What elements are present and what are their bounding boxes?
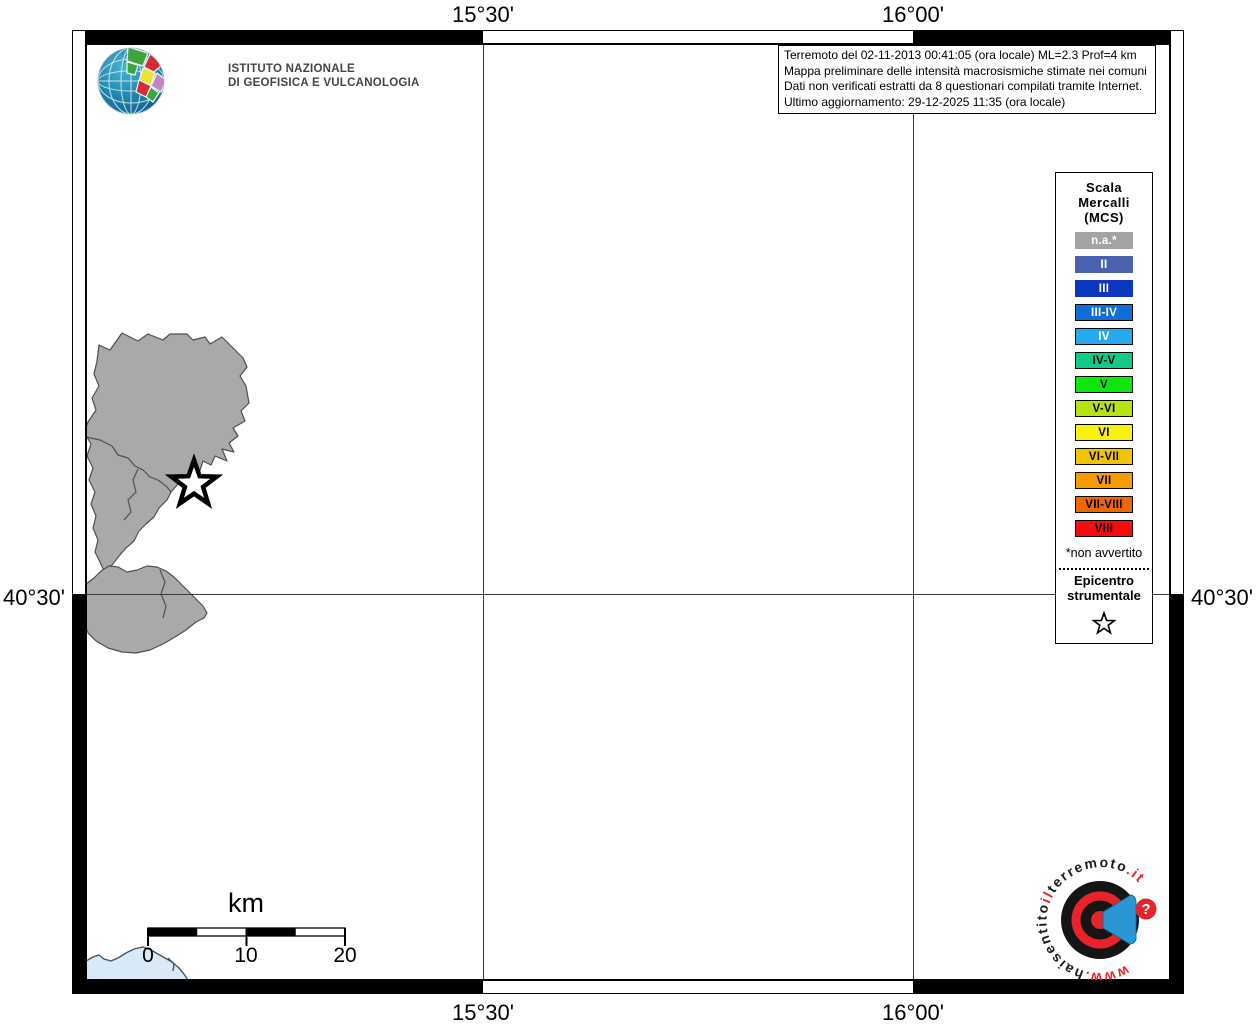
axis-label-right: 40°30' [1191, 585, 1253, 610]
intensity-swatch: IV-V [1075, 352, 1133, 369]
map-frame [72, 30, 1184, 994]
axis-label-top-left: 15°30' [452, 2, 514, 27]
axis-label-bottom-right: 16°00' [882, 1000, 944, 1024]
intensity-swatch: IV [1075, 328, 1133, 345]
intensity-swatch: VI-VII [1075, 448, 1133, 465]
intensity-label: VI-VII [1088, 450, 1120, 463]
epicenter-star-icon [1091, 610, 1117, 635]
legend-item-iv: IV [1056, 328, 1152, 345]
graticule-lines [86, 44, 1170, 980]
legend-item-vi: VI [1056, 424, 1152, 441]
intensity-swatch: VII-VIII [1075, 496, 1133, 513]
intensity-label: n.a.* [1091, 234, 1117, 247]
legend-item-vi-vii: VI-VII [1056, 448, 1152, 465]
legend-title-line3: (MCS) [1084, 210, 1124, 225]
intensity-label: V-VI [1092, 402, 1116, 415]
legend-item-iii-iv: III-IV [1056, 304, 1152, 321]
municipality-polygon-north [83, 332, 250, 572]
intensity-swatch: III [1075, 280, 1133, 297]
intensity-swatch: III-IV [1075, 304, 1133, 321]
municipality-polygon-south [85, 565, 208, 654]
epicenter-legend-label: Epicentro strumentale [1056, 573, 1152, 603]
intensity-label: III [1098, 282, 1110, 295]
intensity-swatch: VI [1075, 424, 1133, 441]
intensity-swatch: V [1075, 376, 1133, 393]
info-event-line: Terremoto del 02-11-2013 00:41:05 (ora l… [784, 48, 1137, 62]
scale-tick-10: 10 [234, 944, 258, 967]
mercalli-legend: Scala Mercalli (MCS) n.a.* II III III-IV… [1055, 172, 1153, 644]
scale-tick-20: 20 [333, 944, 357, 967]
axis-label-bottom-left: 15°30' [452, 1000, 514, 1024]
intensity-label: IV [1098, 330, 1110, 343]
legend-separator [1059, 568, 1149, 570]
legend-item-viii: VIII [1056, 520, 1152, 537]
legend-footnote: *non avvertito [1065, 546, 1143, 560]
epicenter-label-line1: Epicentro [1074, 573, 1134, 588]
ingv-name-line2: DI GEOFISICA E VULCANOLOGIA [228, 77, 420, 89]
legend-item-iv-v: IV-V [1056, 352, 1152, 369]
intensity-label: VII-VIII [1085, 498, 1123, 511]
earthquake-info-box: Terremoto del 02-11-2013 00:41:05 (ora l… [778, 45, 1156, 114]
intensity-swatch: II [1075, 256, 1133, 273]
axis-label-top-right: 16°00' [882, 2, 944, 27]
epicenter-label-line2: strumentale [1067, 588, 1141, 603]
scale-tick-0: 0 [142, 944, 154, 967]
legend-title-line1: Scala [1086, 180, 1122, 195]
intensity-label: VII [1096, 474, 1112, 487]
legend-item-iii: III [1056, 280, 1152, 297]
axis-label-left: 40°30' [3, 585, 65, 610]
ingv-globe-logo [97, 47, 165, 115]
info-map-line: Mappa preliminare delle intensità macros… [784, 63, 1147, 78]
intensity-swatch: V-VI [1075, 400, 1133, 417]
intensity-label: VI [1098, 426, 1110, 439]
legend-item-v-vi: V-VI [1056, 400, 1152, 417]
intensity-label: II [1100, 258, 1108, 271]
legend-title-line2: Mercalli [1078, 195, 1130, 210]
scale-unit-label: km [228, 888, 264, 918]
land-municipalities [83, 332, 250, 654]
macroseismic-intensity-map: ? www.haisentitoilterremoto.it 15°30' 16… [0, 0, 1256, 1024]
legend-title: Scala Mercalli (MCS) [1056, 180, 1152, 225]
intensity-label: VIII [1094, 522, 1114, 535]
intensity-swatch: n.a.* [1075, 232, 1133, 249]
question-mark: ? [1141, 901, 1150, 918]
legend-item-vii: VII [1056, 472, 1152, 489]
legend-item-na: n.a.* [1056, 232, 1152, 249]
ingv-wordmark: ISTITUTO NAZIONALE DI GEOFISICA E VULCAN… [228, 62, 420, 90]
intensity-label: V [1100, 378, 1108, 391]
legend-item-v: V [1056, 376, 1152, 393]
intensity-swatch: VIII [1075, 520, 1133, 537]
legend-item-vii-viii: VII-VIII [1056, 496, 1152, 513]
intensity-swatch: VII [1075, 472, 1133, 489]
intensity-label: IV-V [1092, 354, 1116, 367]
info-update-line: Ultimo aggiornamento: 29-12-2025 11:35 (… [784, 94, 1066, 109]
ingv-name-line1: ISTITUTO NAZIONALE [228, 63, 355, 75]
info-data-line: Dati non verificati estratti da 8 questi… [784, 79, 1143, 93]
intensity-label: III-IV [1090, 306, 1118, 319]
legend-item-ii: II [1056, 256, 1152, 273]
haisentitoilterremoto-logo: ? www.haisentitoilterremoto.it [1033, 854, 1157, 986]
